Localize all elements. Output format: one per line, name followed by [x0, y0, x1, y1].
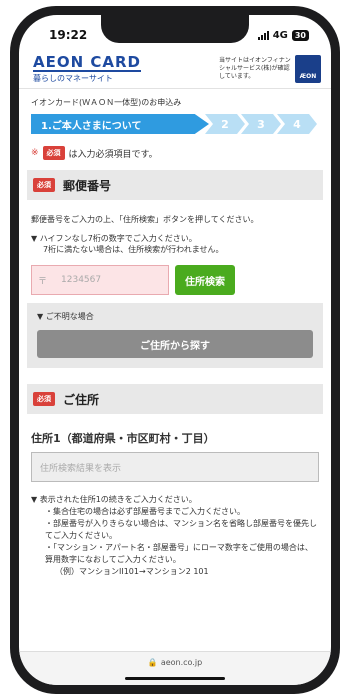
- required-note-text: は入力必須項目です。: [68, 149, 158, 160]
- postal-placeholder: 1234567: [61, 275, 102, 285]
- postal-title: 郵便番号: [63, 178, 112, 193]
- status-time: 19:22: [49, 28, 88, 42]
- step-1-active: 1.ご本人さまについて: [31, 114, 209, 134]
- postal-note-1: ▼ ハイフンなし7桁の数字でご入力ください。: [31, 234, 197, 243]
- address1-placeholder: 住所検索結果を表示: [40, 463, 122, 474]
- address-title: ご住所: [63, 392, 100, 407]
- address-note-1: ▼ 表示された住所1の続きをご入力ください。: [31, 495, 197, 504]
- battery-icon: 30: [291, 29, 309, 41]
- unknown-label[interactable]: ▼ ご不明な場合: [37, 311, 313, 322]
- certification-text: 当サイトはイオンフィナンシャルサービス(株)が確認しています。: [219, 56, 291, 80]
- postal-input-row: 〒 1234567 住所検索: [31, 265, 319, 295]
- unknown-postal-box: ▼ ご不明な場合 ご住所から探す: [27, 303, 323, 368]
- find-by-address-button[interactable]: ご住所から探す: [37, 330, 313, 358]
- address-note-3: ・部屋番号が入りきらない場合は、マンション名を省略し部屋番号を優先してご入力くだ…: [45, 519, 317, 540]
- address-note-2: ・集合住宅の場合は必ず部屋番号までご入力ください。: [45, 507, 245, 516]
- address1-label: 住所1（都道府県・市区町村・丁目）: [31, 432, 215, 445]
- signal-icon: [257, 30, 269, 40]
- aeon-badge-icon: ÆON: [295, 54, 321, 83]
- asterisk: ※: [31, 148, 39, 158]
- notch: [101, 15, 249, 43]
- site-header: AEON CARD 暮らしのマネーサイト 当サイトはイオンフィナンシャルサービス…: [19, 49, 331, 89]
- address-note-4: ・「マンション・アパート名・部屋番号」にローマ数字をご使用の場合は、算用数字にな…: [45, 543, 313, 564]
- url-text: aeon.co.jp: [160, 658, 203, 667]
- address-required-badge: 必須: [33, 392, 55, 406]
- address-notes: ▼ 表示された住所1の続きをご入力ください。 ・集合住宅の場合は必ず部屋番号まで…: [31, 494, 319, 578]
- phone-frame: 19:22 4G 30 AEON CARD 暮らしのマネーサイト 当サイトはイオ…: [10, 6, 340, 694]
- address-search-button[interactable]: 住所検索: [175, 265, 235, 295]
- required-badge: 必須: [42, 146, 65, 160]
- form-content: イオンカード(ＷＡＯＮ一体型)のお申込み 1.ご本人さまについて 2 3 4 ※…: [19, 89, 331, 578]
- page-breadcrumb: イオンカード(ＷＡＯＮ一体型)のお申込み: [31, 98, 182, 107]
- step-2: 2: [205, 114, 245, 134]
- home-indicator: [125, 677, 225, 680]
- address-section-header: 必須 ご住所: [27, 384, 323, 414]
- lock-icon: 🔒: [147, 658, 158, 667]
- logo-subtitle: 暮らしのマネーサイト: [33, 73, 113, 83]
- postal-notes: ▼ ハイフンなし7桁の数字でご入力ください。 7桁に満たない場合は、住所検索が行…: [31, 233, 319, 255]
- postal-note-2: 7桁に満たない場合は、住所検索が行われません。: [43, 245, 224, 254]
- required-note: ※ 必須 は入力必須項目です。: [31, 146, 319, 160]
- address1-input[interactable]: 住所検索結果を表示: [31, 452, 319, 482]
- postal-section-header: 必須 郵便番号: [27, 170, 323, 200]
- step-3: 3: [241, 114, 281, 134]
- step-4: 4: [277, 114, 317, 134]
- postal-code-input[interactable]: 〒 1234567: [31, 265, 169, 295]
- network-label: 4G: [272, 29, 288, 41]
- postal-symbol: 〒: [38, 276, 48, 287]
- step-indicator: 1.ご本人さまについて 2 3 4: [31, 114, 331, 134]
- postal-required-badge: 必須: [33, 178, 55, 192]
- postal-description: 郵便番号をご入力の上、「住所検索」ボタンを押してください。: [31, 215, 259, 224]
- aeon-card-logo[interactable]: AEON CARD 暮らしのマネーサイト: [33, 52, 142, 84]
- logo-text: AEON CARD: [33, 52, 142, 72]
- screen: 19:22 4G 30 AEON CARD 暮らしのマネーサイト 当サイトはイオ…: [19, 15, 331, 685]
- address-note-5: （例）マンションII101→マンション2 101: [55, 567, 209, 576]
